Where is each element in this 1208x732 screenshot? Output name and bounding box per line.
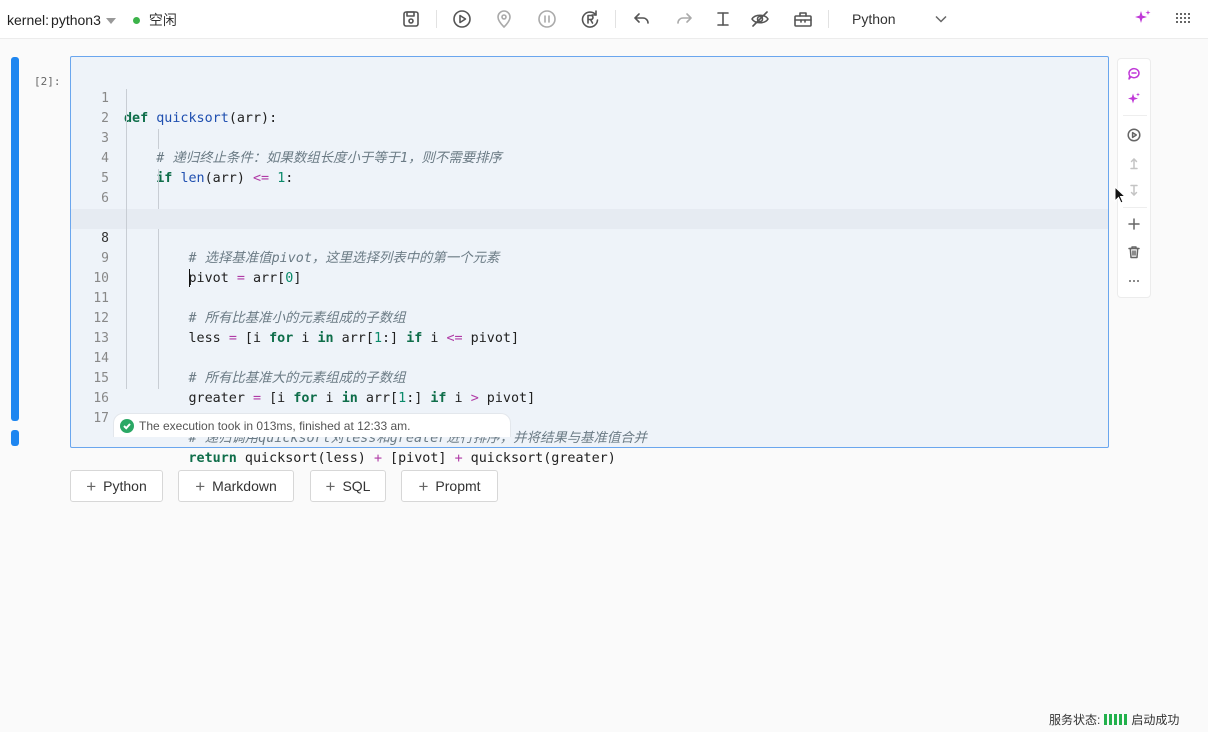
toolbar-divider [436, 10, 437, 28]
text-cursor-icon[interactable] [713, 9, 733, 29]
cell-side-toolbar [1117, 58, 1151, 298]
check-circle-icon [120, 418, 134, 433]
output-collapse-bar[interactable] [11, 430, 19, 446]
service-status: 服务状态: 启动成功 [1049, 711, 1179, 728]
execution-status: The execution took in 013ms, finished at… [113, 413, 511, 437]
code-line: 12 # 所有比基准大的元素组成的子数组 [71, 289, 1108, 386]
code-text: return quicksort(less) + [pivot] + quick… [188, 451, 616, 466]
code-editor[interactable]: 1 def quicksort(arr): 2 # 递归终止条件：如果数组长度小… [71, 69, 1108, 466]
code-line-active: 8 [71, 209, 1108, 287]
location-icon[interactable] [494, 9, 514, 29]
code-line: 11 [71, 269, 1108, 306]
add-prompt-label: Propmt [435, 478, 481, 494]
code-line: 15 # 递归调用quicksort对less和greater进行排序，并将结果… [71, 349, 1108, 446]
mouse-pointer-icon [1114, 186, 1127, 204]
kernel-status: 空闲 [148, 12, 177, 28]
code-line: 2 # 递归终止条件：如果数组长度小于等于1，则不需要排序 [71, 89, 1108, 166]
top-toolbar: kernel: python3 空闲 Python [0, 0, 1208, 39]
sparkle-icon[interactable] [1134, 9, 1152, 27]
undo-icon[interactable] [631, 9, 651, 29]
code-line: 16 return quicksort(less) + [pivot] + qu… [71, 369, 1108, 466]
add-python-label: Python [103, 478, 147, 494]
move-down-icon[interactable] [1126, 183, 1142, 199]
plus-icon: + [195, 476, 206, 496]
code-line: 9 # 所有比基准小的元素组成的子数组 [71, 229, 1108, 326]
grid-icon[interactable] [1176, 12, 1190, 24]
service-status-label: 服务状态: [1049, 713, 1101, 727]
move-up-icon[interactable] [1126, 155, 1142, 171]
trash-icon[interactable] [1126, 244, 1142, 260]
side-divider [1123, 115, 1147, 116]
toolbar-divider [615, 10, 616, 28]
code-line: 4 return arr [71, 129, 1108, 226]
add-sql-cell-button[interactable]: + SQL [310, 470, 386, 502]
restart-icon[interactable] [580, 9, 600, 29]
toolbox-icon[interactable] [793, 9, 813, 29]
line-number: 17 [93, 411, 109, 426]
code-line: 7 pivot = arr[0] [71, 189, 1108, 286]
add-prompt-cell-button[interactable]: + Propmt [401, 470, 498, 502]
kernel-status-dot [132, 16, 140, 24]
add-markdown-label: Markdown [212, 478, 277, 494]
code-line: 13 greater = [i for i in arr[1:] if i > … [71, 309, 1108, 406]
add-markdown-cell-button[interactable]: + Markdown [178, 470, 294, 502]
side-divider [1123, 207, 1147, 208]
chevron-down-icon [935, 15, 947, 23]
service-status-value: 启动成功 [1131, 713, 1180, 727]
execution-count: [2]: [34, 75, 61, 88]
language-select-value: Python [852, 11, 896, 27]
kernel-label: kernel: [7, 12, 50, 28]
code-line: 5 else: [71, 149, 1108, 226]
plus-icon: + [418, 476, 429, 496]
code-line: 17 [71, 389, 1108, 426]
sparkle-icon[interactable] [1126, 91, 1142, 107]
code-cell[interactable]: 1 def quicksort(arr): 2 # 递归终止条件：如果数组长度小… [70, 56, 1109, 466]
toolbar-divider [828, 10, 829, 28]
language-select[interactable]: Python [852, 9, 948, 29]
eye-off-icon[interactable] [750, 9, 770, 29]
more-icon[interactable] [1126, 273, 1142, 289]
redo-icon[interactable] [675, 9, 695, 29]
add-python-cell-button[interactable]: + Python [70, 470, 163, 502]
add-sql-label: SQL [342, 478, 371, 494]
code-line: 3 if len(arr) <= 1: [71, 109, 1108, 186]
cell-collapse-bar[interactable] [11, 57, 19, 421]
code-line: 10 less = [i for i in arr[1:] if i <= pi… [71, 249, 1108, 346]
save-icon[interactable] [401, 9, 421, 29]
execution-message: The execution took in 013ms, finished at… [139, 418, 411, 433]
signal-bars-icon [1104, 714, 1128, 725]
pause-icon[interactable] [537, 9, 557, 29]
code-line: 1 def quicksort(arr): [71, 69, 1108, 126]
run-icon[interactable] [452, 9, 472, 29]
chat-icon[interactable] [1126, 66, 1142, 82]
code-line: 6 # 选择基准值pivot，这里选择列表中的第一个元素 [71, 169, 1108, 266]
run-cell-icon[interactable] [1126, 127, 1142, 143]
kernel-selector[interactable]: kernel: python3 空闲 [7, 10, 177, 30]
add-cell-icon[interactable] [1126, 216, 1142, 232]
kernel-value: python3 [51, 12, 101, 28]
plus-icon: + [325, 476, 336, 496]
caret-down-icon [105, 18, 116, 24]
code-line: 14 [71, 329, 1108, 366]
plus-icon: + [86, 476, 97, 496]
